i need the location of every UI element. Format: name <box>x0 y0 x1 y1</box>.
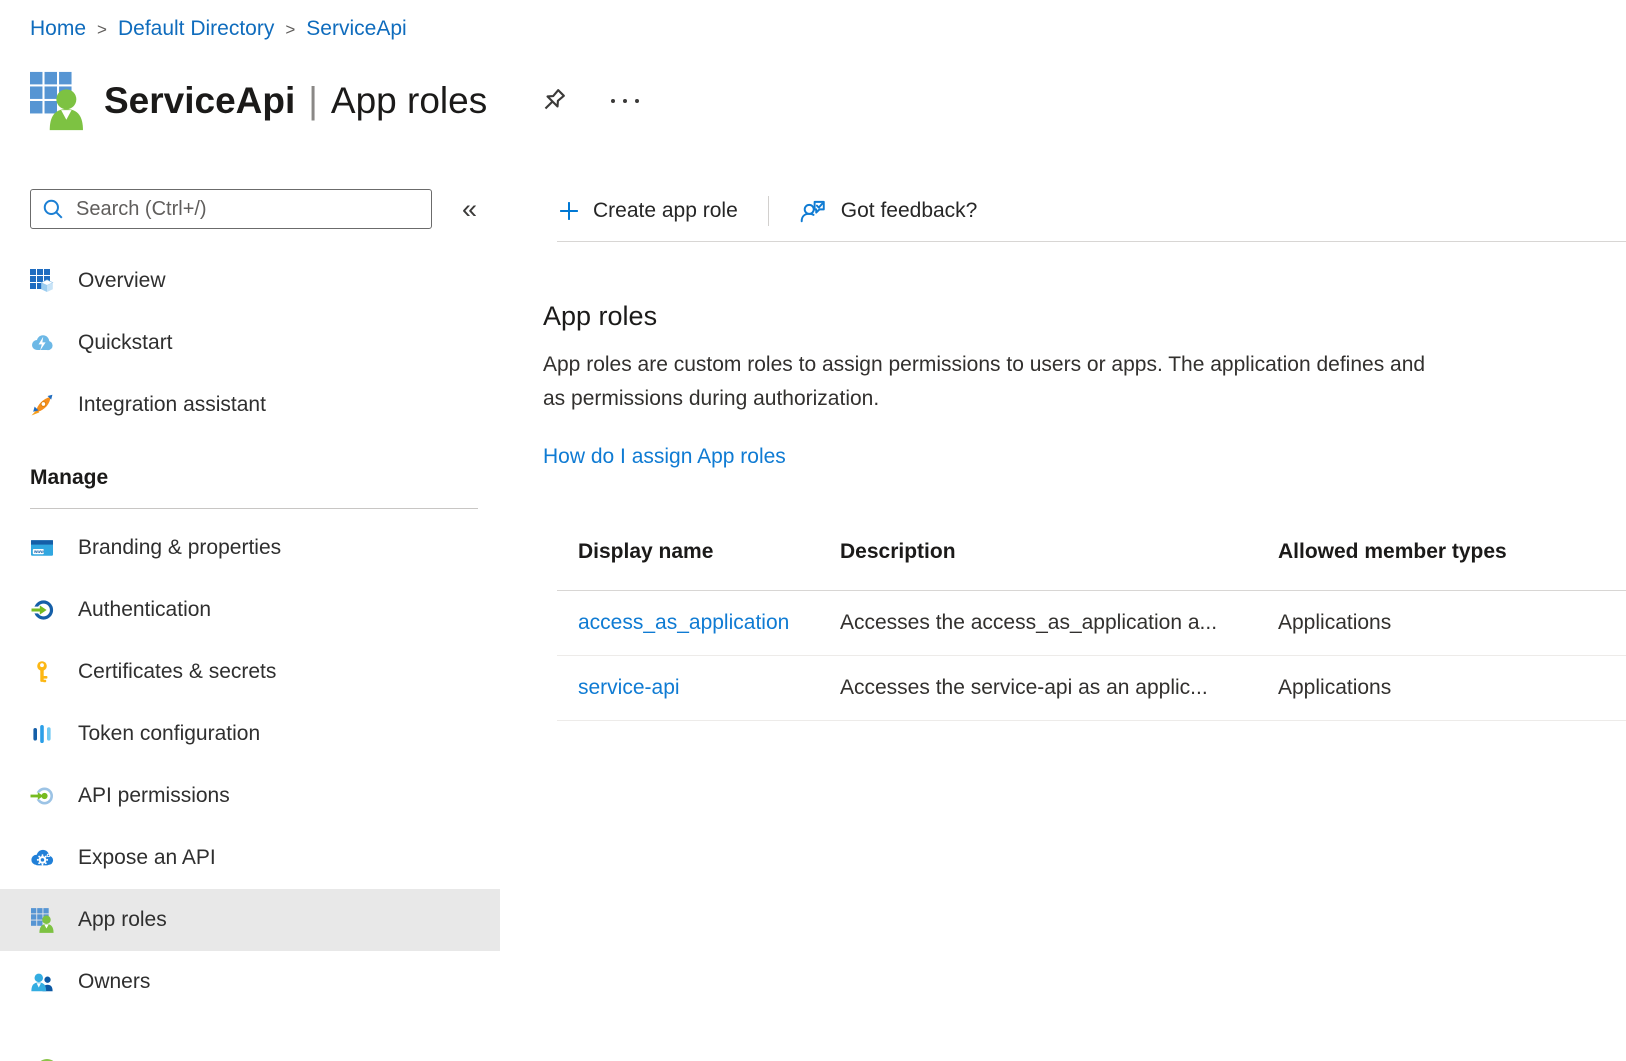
sidebar-item-label: API permissions <box>78 784 230 808</box>
sidebar-section-manage: Manage <box>30 466 500 492</box>
breadcrumb-default-directory[interactable]: Default Directory <box>118 17 274 41</box>
app-grid-person-icon <box>30 71 84 131</box>
column-header-description: Description <box>840 540 1278 564</box>
sidebar-item-api-permissions[interactable]: API permissions <box>0 765 500 827</box>
overview-grid-cube-icon <box>30 268 54 294</box>
azure-portal-blade: Home > Default Directory > ServiceApi Se… <box>0 0 1626 1061</box>
app-role-description: Accesses the access_as_application a... <box>840 611 1278 635</box>
sidebar-item-label: Certificates & secrets <box>78 660 276 684</box>
page-title: ServiceApi | App roles <box>104 80 487 122</box>
breadcrumb: Home > Default Directory > ServiceApi <box>0 0 1626 42</box>
sidebar-item-authentication[interactable]: Authentication <box>0 579 500 641</box>
main-panel: Create app role Got feedback? App roles … <box>500 162 1626 1061</box>
sidebar-item-label: Authentication <box>78 598 211 622</box>
how-do-i-assign-app-roles-link[interactable]: How do I assign App roles <box>543 442 786 472</box>
sidebar-nav-top: Overview Quickstart <box>0 250 500 436</box>
token-bars-icon <box>30 721 54 747</box>
owners-people-icon <box>30 969 54 995</box>
more-ellipsis-icon[interactable] <box>611 89 639 113</box>
page-title-blade-name: App roles <box>331 80 487 122</box>
content: « Overview <box>0 162 1626 1061</box>
sidebar-item-owners[interactable]: Owners <box>0 951 500 1013</box>
sidebar-item-label: Branding & properties <box>78 536 281 560</box>
feedback-person-icon <box>799 198 827 224</box>
api-permissions-target-icon <box>30 783 54 809</box>
sidebar-item-label: Integration assistant <box>78 393 266 417</box>
sidebar-item-label: Quickstart <box>78 331 173 355</box>
create-app-role-label: Create app role <box>593 199 738 223</box>
sidebar-item-overview[interactable]: Overview <box>0 250 500 312</box>
quickstart-cloud-bolt-icon <box>30 330 54 356</box>
sidebar-item-label: Expose an API <box>78 846 216 870</box>
search-box[interactable] <box>30 189 432 229</box>
sidebar-section-divider <box>30 508 478 509</box>
sidebar: « Overview <box>0 162 500 1061</box>
description-line-2: as permissions during authorization. <box>543 382 1626 416</box>
integration-rocket-icon <box>30 392 54 418</box>
sidebar-item-quickstart[interactable]: Quickstart <box>0 312 500 374</box>
svg-text:www: www <box>33 549 45 554</box>
app-role-member-types: Applications <box>1278 676 1626 700</box>
sidebar-item-label: Overview <box>78 269 166 293</box>
sidebar-item-branding-properties[interactable]: www Branding & properties <box>0 517 500 579</box>
got-feedback-button[interactable]: Got feedback? <box>799 198 978 224</box>
pin-icon[interactable] <box>537 85 569 117</box>
description-line-1: App roles are custom roles to assign per… <box>543 348 1626 382</box>
app-role-description: Accesses the service-api as an applic... <box>840 676 1278 700</box>
sidebar-item-integration-assistant[interactable]: Integration assistant <box>0 374 500 436</box>
table-row[interactable]: access_as_application Accesses the acces… <box>557 591 1626 656</box>
toolbar-separator <box>768 196 769 226</box>
column-header-display-name: Display name <box>557 540 840 564</box>
section-heading: App roles <box>543 298 1626 334</box>
branding-browser-icon: www <box>30 535 54 561</box>
breadcrumb-serviceapi[interactable]: ServiceApi <box>306 17 406 41</box>
toolbar-divider <box>557 241 1626 242</box>
sidebar-item-label: Owners <box>78 970 150 994</box>
sidebar-item-token-configuration[interactable]: Token configuration <box>0 703 500 765</box>
expose-api-cloud-gear-icon <box>30 845 54 871</box>
app-role-member-types: Applications <box>1278 611 1626 635</box>
create-app-role-button[interactable]: Create app role <box>559 199 738 223</box>
sidebar-item-certificates-secrets[interactable]: Certificates & secrets <box>0 641 500 703</box>
app-role-link[interactable]: service-api <box>578 676 680 699</box>
sidebar-item-expose-an-api[interactable]: Expose an API <box>0 827 500 889</box>
breadcrumb-home[interactable]: Home <box>30 17 86 41</box>
table-header-row: Display name Description Allowed member … <box>557 514 1626 591</box>
table-row[interactable]: service-api Accesses the service-api as … <box>557 656 1626 721</box>
app-roles-table: Display name Description Allowed member … <box>557 514 1626 721</box>
sidebar-nav-manage: www Branding & properties Auth <box>0 517 500 1061</box>
app-roles-description: App roles are custom roles to assign per… <box>543 348 1626 416</box>
column-header-allowed-member-types: Allowed member types <box>1278 540 1626 564</box>
got-feedback-label: Got feedback? <box>841 199 978 223</box>
app-roles-grid-person-icon <box>30 907 54 933</box>
plus-icon <box>559 201 579 221</box>
page-title-app-name: ServiceApi <box>104 80 295 122</box>
sidebar-item-label: App roles <box>78 908 167 932</box>
certificates-key-icon <box>30 659 54 685</box>
sidebar-item-label: Token configuration <box>78 722 260 746</box>
page-header: ServiceApi | App roles <box>30 70 1626 132</box>
search-input[interactable] <box>74 197 420 222</box>
command-bar: Create app role Got feedback? <box>539 192 1626 230</box>
sidebar-search-row: « <box>30 189 500 229</box>
breadcrumb-separator: > <box>97 18 107 40</box>
authentication-signin-icon <box>30 597 54 623</box>
search-icon <box>42 198 64 220</box>
breadcrumb-separator: > <box>285 18 295 40</box>
collapse-sidebar-icon[interactable]: « <box>462 196 477 223</box>
app-role-link[interactable]: access_as_application <box>578 611 789 634</box>
page-title-pipe: | <box>308 80 318 122</box>
sidebar-item-app-roles[interactable]: App roles <box>0 889 500 951</box>
